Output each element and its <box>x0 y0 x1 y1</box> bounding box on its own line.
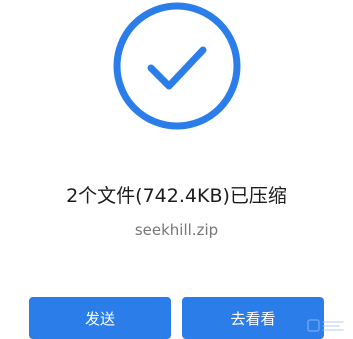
view-button[interactable]: 去看看 <box>182 297 324 339</box>
send-button-label: 发送 <box>84 309 115 328</box>
check-circle-icon <box>111 0 243 132</box>
send-button[interactable]: 发送 <box>29 297 171 339</box>
watermark-logo <box>307 317 347 335</box>
archive-filename: seekhill.zip <box>134 221 219 239</box>
compression-status-text: 2个文件(742.4KB)已压缩 <box>66 185 287 207</box>
view-button-label: 去看看 <box>230 309 276 328</box>
